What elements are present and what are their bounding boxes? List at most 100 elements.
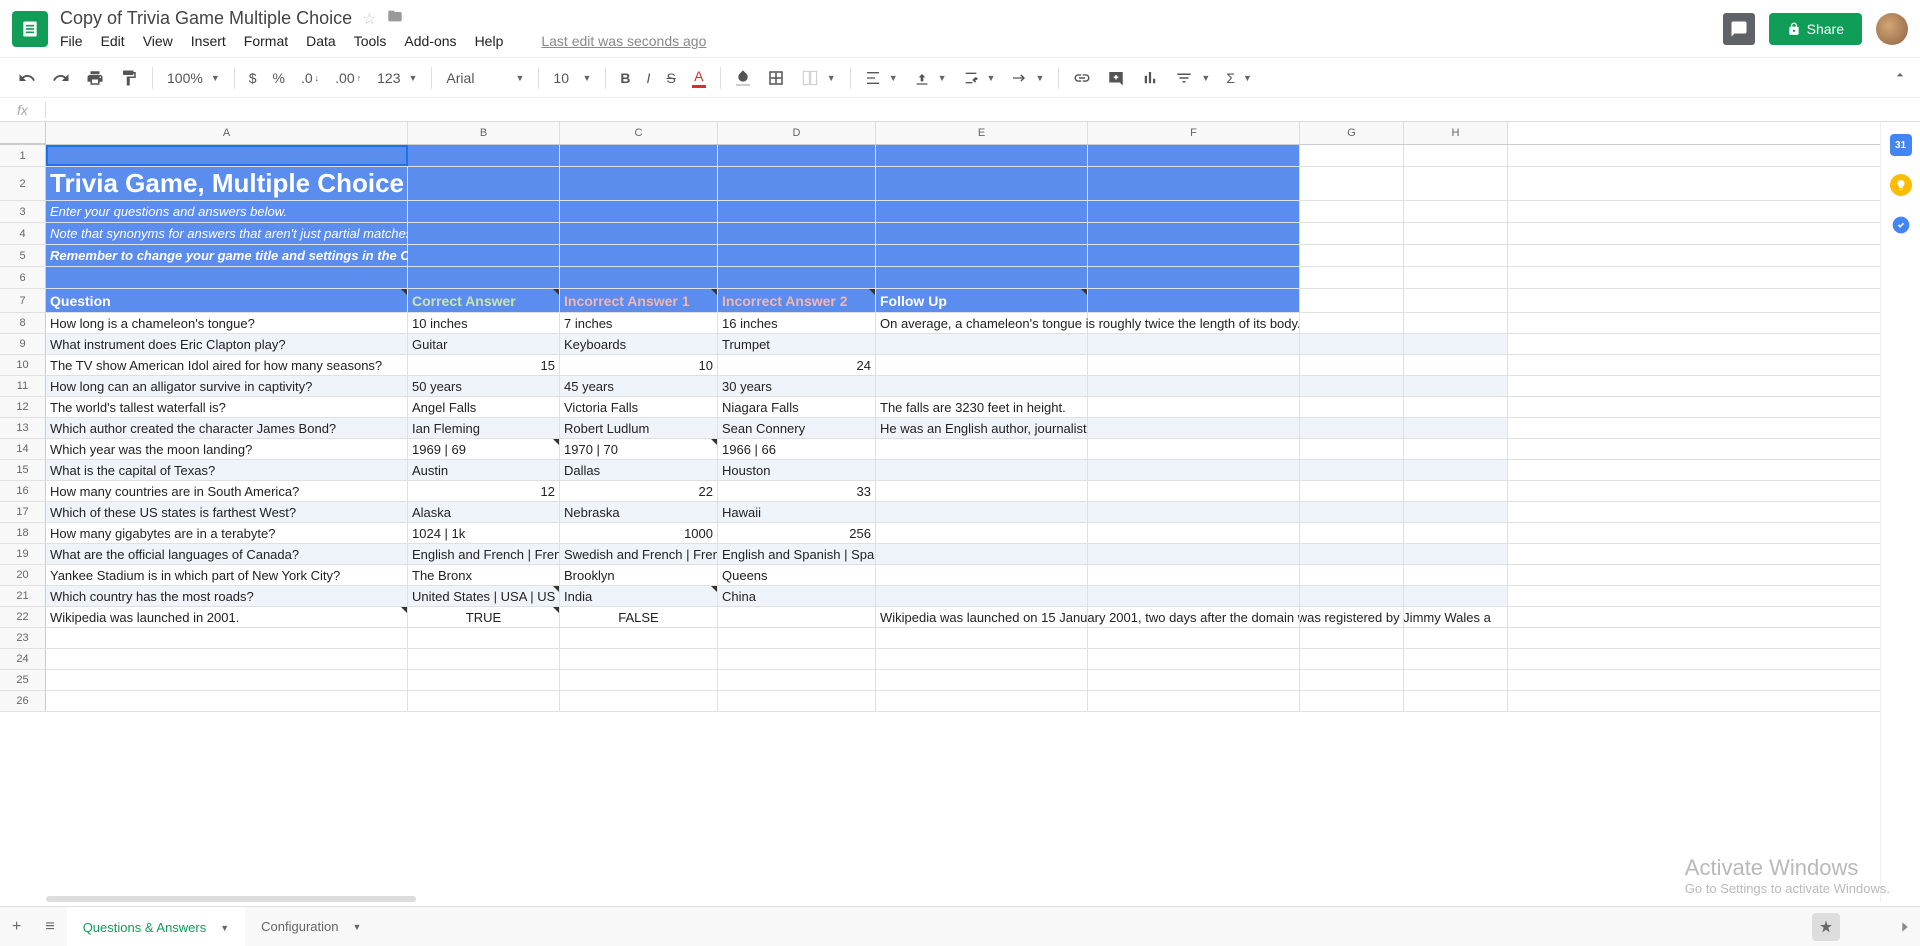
cell[interactable]: [1404, 418, 1508, 438]
currency-button[interactable]: $: [243, 66, 263, 90]
cell[interactable]: Note that synonyms for answers that aren…: [46, 223, 408, 244]
borders-button[interactable]: [761, 65, 791, 91]
cell[interactable]: Angel Falls: [408, 397, 560, 417]
cell[interactable]: Which year was the moon landing?: [46, 439, 408, 459]
col-header-F[interactable]: F: [1088, 122, 1300, 144]
cell[interactable]: [1404, 313, 1508, 333]
cell[interactable]: [1088, 334, 1300, 354]
cell[interactable]: [560, 201, 718, 222]
cell[interactable]: [1300, 649, 1404, 669]
col-header-D[interactable]: D: [718, 122, 876, 144]
cell[interactable]: [876, 376, 1088, 396]
cell[interactable]: [718, 628, 876, 648]
cell[interactable]: How many gigabytes are in a terabyte?: [46, 523, 408, 543]
cell[interactable]: [718, 691, 876, 711]
cell[interactable]: [1404, 586, 1508, 606]
cell[interactable]: [46, 267, 408, 288]
cell[interactable]: [1404, 289, 1508, 312]
cell[interactable]: [1300, 313, 1404, 333]
cell[interactable]: [560, 145, 718, 166]
cell[interactable]: [1300, 586, 1404, 606]
cell[interactable]: 1000: [560, 523, 718, 543]
calendar-icon[interactable]: 31: [1890, 134, 1912, 156]
row-header-1[interactable]: 1: [0, 145, 46, 166]
cell[interactable]: [1300, 418, 1404, 438]
cell[interactable]: [1088, 523, 1300, 543]
cell[interactable]: [1300, 460, 1404, 480]
cell[interactable]: 10: [560, 355, 718, 375]
cell[interactable]: [876, 245, 1088, 266]
cell[interactable]: 12: [408, 481, 560, 501]
cell[interactable]: [1300, 670, 1404, 690]
cell[interactable]: [876, 167, 1088, 200]
row-header-16[interactable]: 16: [0, 481, 46, 501]
cell[interactable]: [1404, 397, 1508, 417]
cell[interactable]: 1024 | 1k: [408, 523, 560, 543]
tab-configuration[interactable]: Configuration▼: [245, 907, 377, 946]
cell[interactable]: [876, 355, 1088, 375]
text-rotation-button[interactable]: ▼: [1005, 66, 1050, 90]
bold-button[interactable]: B: [614, 66, 636, 90]
row-header-20[interactable]: 20: [0, 565, 46, 585]
cell[interactable]: United States | USA | US: [408, 586, 560, 606]
cell[interactable]: India: [560, 586, 718, 606]
cell[interactable]: [408, 649, 560, 669]
cell[interactable]: [876, 439, 1088, 459]
cell[interactable]: [718, 267, 876, 288]
cell[interactable]: [1300, 544, 1404, 564]
cell[interactable]: The Bronx: [408, 565, 560, 585]
star-icon[interactable]: ☆: [362, 9, 376, 29]
cell[interactable]: [408, 145, 560, 166]
cell[interactable]: [408, 267, 560, 288]
cell[interactable]: Which of these US states is farthest Wes…: [46, 502, 408, 522]
cell[interactable]: [46, 628, 408, 648]
cell[interactable]: Ian Fleming: [408, 418, 560, 438]
cell[interactable]: Alaska: [408, 502, 560, 522]
cell[interactable]: [876, 691, 1088, 711]
row-header-14[interactable]: 14: [0, 439, 46, 459]
cell[interactable]: [408, 223, 560, 244]
cell[interactable]: [1088, 245, 1300, 266]
cell[interactable]: Wikipedia was launched on 15 January 200…: [876, 607, 1088, 627]
insert-chart-button[interactable]: [1135, 65, 1165, 91]
cell[interactable]: Robert Ludlum: [560, 418, 718, 438]
cell[interactable]: [1300, 145, 1404, 166]
account-avatar[interactable]: [1876, 13, 1908, 45]
cell[interactable]: [1088, 145, 1300, 166]
cell[interactable]: [1088, 267, 1300, 288]
cell[interactable]: [876, 334, 1088, 354]
row-header-8[interactable]: 8: [0, 313, 46, 333]
cell[interactable]: [1300, 167, 1404, 200]
cell[interactable]: [1300, 502, 1404, 522]
cell[interactable]: [1404, 523, 1508, 543]
menu-view[interactable]: View: [143, 33, 173, 49]
cell[interactable]: The world's tallest waterfall is?: [46, 397, 408, 417]
row-header-7[interactable]: 7: [0, 289, 46, 312]
cell[interactable]: How many countries are in South America?: [46, 481, 408, 501]
explore-button[interactable]: [1812, 913, 1840, 941]
more-formats-button[interactable]: 123▼: [371, 66, 423, 90]
comments-button[interactable]: [1723, 13, 1755, 45]
cell[interactable]: [1088, 313, 1300, 333]
row-header-13[interactable]: 13: [0, 418, 46, 438]
paint-format-button[interactable]: [114, 65, 144, 91]
row-header-5[interactable]: 5: [0, 245, 46, 266]
cell[interactable]: [876, 223, 1088, 244]
row-header-2[interactable]: 2: [0, 167, 46, 200]
side-panel-toggle[interactable]: [1890, 919, 1920, 935]
cell[interactable]: 22: [560, 481, 718, 501]
cell[interactable]: The falls are 3230 feet in height.: [876, 397, 1088, 417]
cell[interactable]: Dallas: [560, 460, 718, 480]
cell[interactable]: Incorrect Answer 2: [718, 289, 876, 312]
cell[interactable]: [1300, 397, 1404, 417]
cell[interactable]: [1088, 201, 1300, 222]
cell[interactable]: [1088, 418, 1300, 438]
cell[interactable]: 7 inches: [560, 313, 718, 333]
cell[interactable]: Trumpet: [718, 334, 876, 354]
cell[interactable]: [1300, 439, 1404, 459]
cell[interactable]: [1404, 376, 1508, 396]
cell[interactable]: 45 years: [560, 376, 718, 396]
cell[interactable]: [1300, 628, 1404, 648]
cell[interactable]: [1088, 670, 1300, 690]
menu-insert[interactable]: Insert: [191, 33, 226, 49]
